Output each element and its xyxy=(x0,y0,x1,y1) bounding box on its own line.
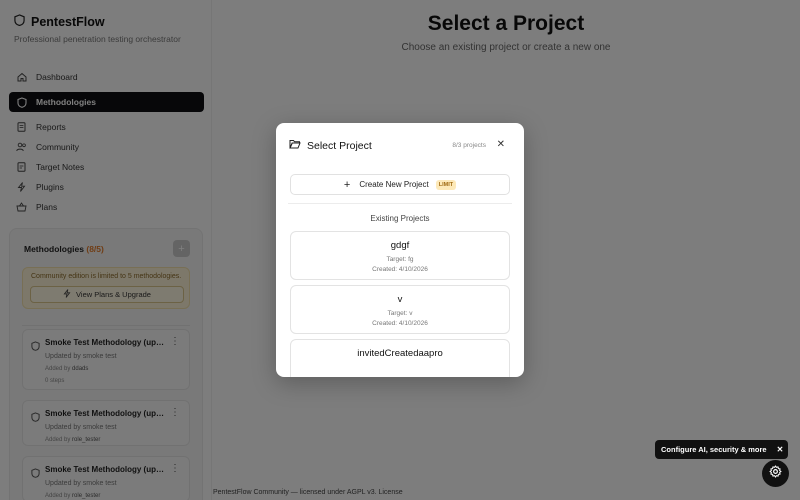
close-icon[interactable]: ✕ xyxy=(777,445,784,454)
plus-icon: + xyxy=(343,178,351,191)
create-project-label: Create New Project xyxy=(359,180,429,189)
project-created: Created: 4/10/2026 xyxy=(372,320,428,327)
project-name: v xyxy=(397,294,403,305)
project-card[interactable]: v Target: v Created: 4/10/2026 xyxy=(290,285,510,334)
existing-projects-heading: Existing Projects xyxy=(370,214,430,223)
configure-toast[interactable]: Configure AI, security & more ✕ xyxy=(655,440,788,459)
folder-open-icon xyxy=(289,139,301,152)
project-count: 8/3 projects xyxy=(452,142,486,149)
close-icon[interactable]: ✕ xyxy=(497,139,505,150)
gear-icon xyxy=(769,464,782,483)
project-target: Target: fg xyxy=(386,256,414,263)
project-target: Target: v xyxy=(387,310,413,317)
create-new-project-button[interactable]: + Create New Project LIMIT xyxy=(290,174,510,195)
toast-text: Configure AI, security & more xyxy=(661,445,767,454)
modal-title-text: Select Project xyxy=(307,139,372,152)
project-created: Created: 4/10/2026 xyxy=(372,266,428,273)
modal-title: Select Project xyxy=(289,139,372,152)
project-name: gdgf xyxy=(390,240,410,251)
select-project-modal: Select Project 8/3 projects ✕ + Create N… xyxy=(276,123,524,377)
project-card[interactable]: invitedCreatedaapro xyxy=(290,339,510,377)
limit-badge: LIMIT xyxy=(435,179,457,190)
settings-button[interactable] xyxy=(762,460,789,487)
project-card[interactable]: gdgf Target: fg Created: 4/10/2026 xyxy=(290,231,510,280)
divider xyxy=(288,203,512,204)
project-name: invitedCreatedaapro xyxy=(357,348,443,359)
